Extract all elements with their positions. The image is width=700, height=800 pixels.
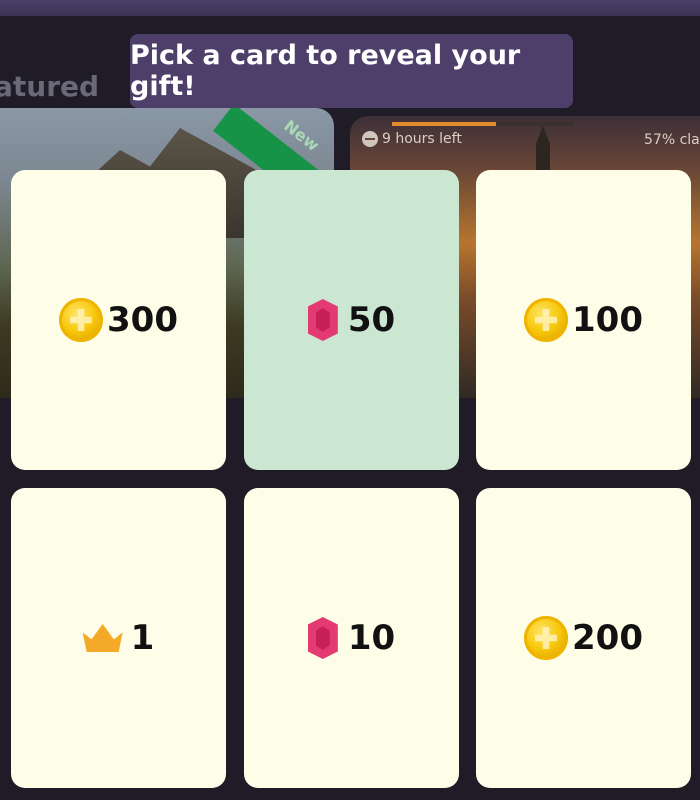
crown-icon — [82, 624, 123, 652]
gem-icon — [307, 299, 338, 341]
gift-card-1[interactable]: 300 — [11, 170, 226, 470]
gift-amount: 200 — [572, 618, 643, 658]
gift-card-2[interactable]: 50 — [244, 170, 459, 470]
gift-amount: 1 — [130, 618, 155, 658]
featured-section-label: atured — [0, 70, 100, 103]
coin-icon — [524, 298, 568, 342]
gift-card-6[interactable]: 200 — [476, 488, 691, 788]
timer-label: 9 hours left — [382, 131, 462, 147]
top-bar — [0, 0, 700, 16]
claim-progress-bar — [392, 122, 574, 126]
gift-card-4[interactable]: 1 — [11, 488, 226, 788]
claim-progress-fill — [392, 122, 496, 126]
gem-icon — [307, 617, 338, 659]
gift-card-3[interactable]: 100 — [476, 170, 691, 470]
claimed-percentage: 57% clai — [644, 132, 700, 148]
gift-amount: 50 — [347, 300, 396, 340]
gift-instruction-tooltip: Pick a card to reveal your gift! — [130, 34, 573, 108]
gift-card-5[interactable]: 10 — [244, 488, 459, 788]
gift-amount: 300 — [107, 300, 178, 340]
timer: 9 hours left — [362, 131, 462, 147]
gift-amount: 10 — [347, 618, 396, 658]
coin-icon — [524, 616, 568, 660]
gift-amount: 100 — [572, 300, 643, 340]
clock-icon — [362, 131, 378, 147]
coin-icon — [59, 298, 103, 342]
